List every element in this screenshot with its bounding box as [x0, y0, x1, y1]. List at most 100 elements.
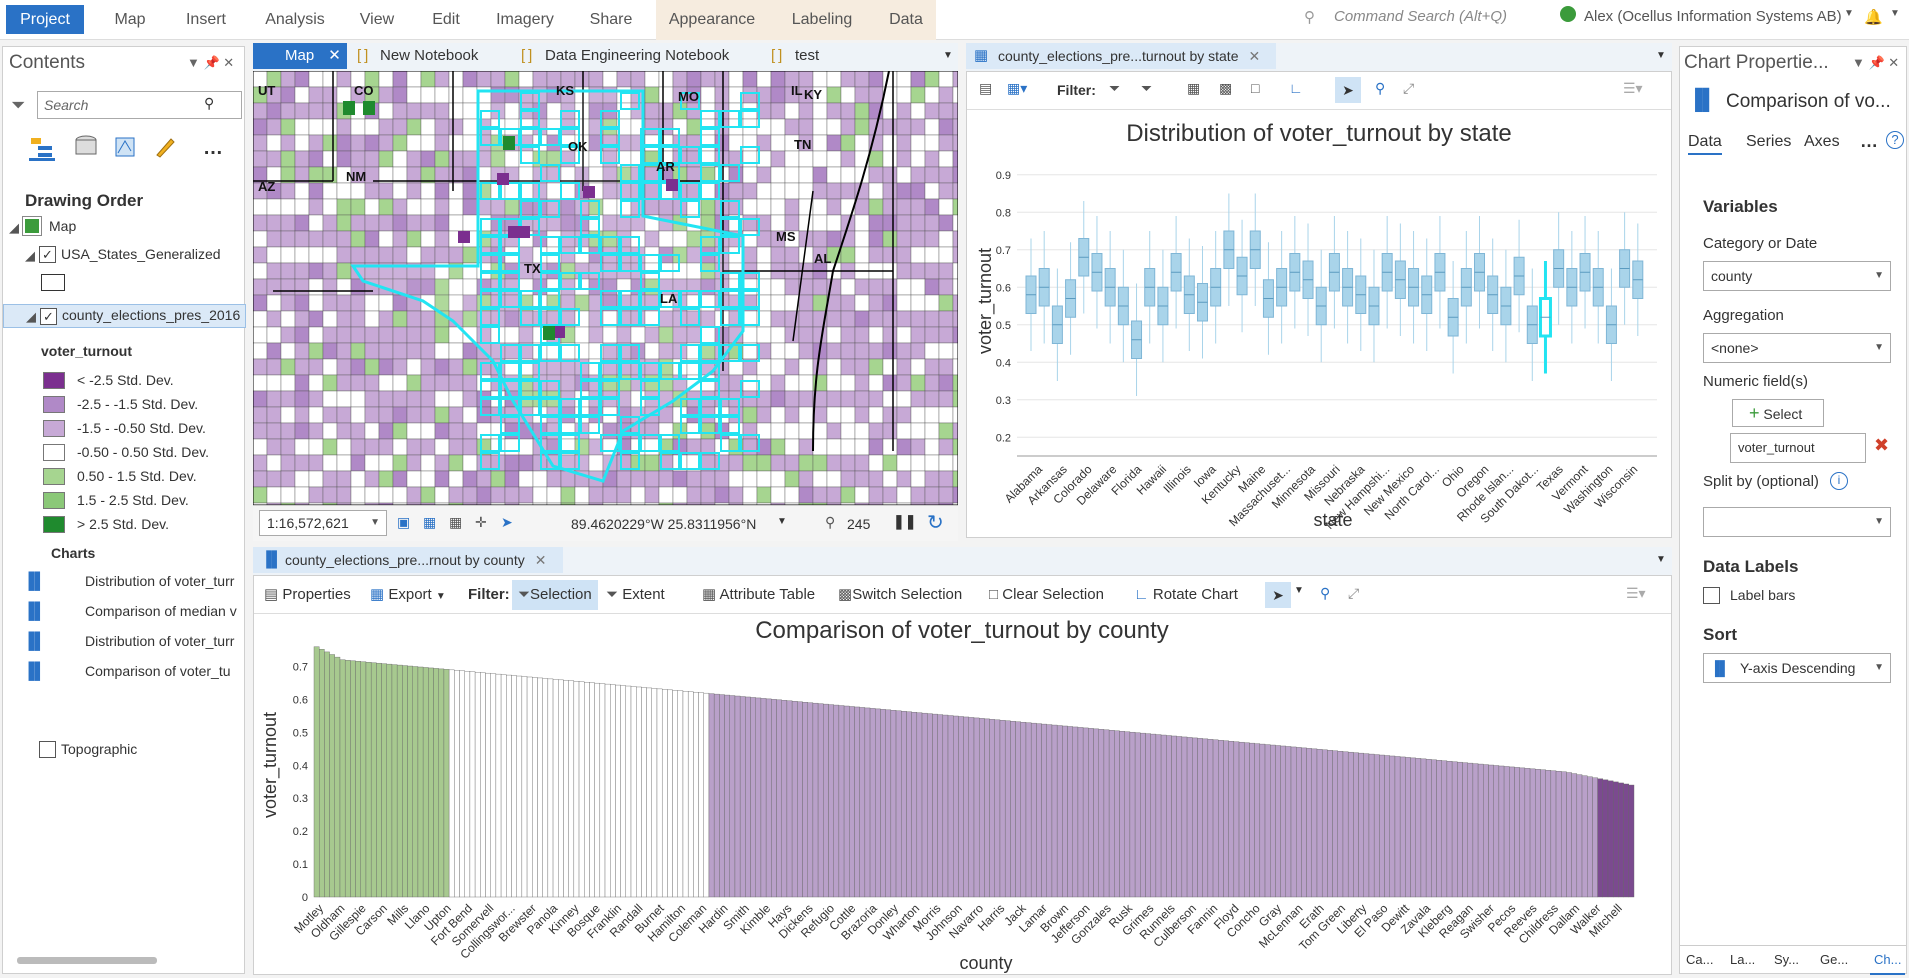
map-canvas[interactable]: UT CO KS MO IL KY AZ NM OK AR TN TX MS AL LA [253, 71, 958, 505]
chevron-down-icon[interactable]: ▼ [943, 43, 953, 69]
tab-appearance[interactable]: Appearance [656, 0, 768, 40]
bottom-tab-active[interactable]: Ch... [1870, 946, 1906, 975]
filter-icon[interactable]: ⏷ [11, 95, 25, 116]
layer-county-elections-row[interactable]: ◢ ✓ county_elections_pres_2016 [3, 304, 246, 328]
chevron-down-icon[interactable]: ▼ [1294, 585, 1304, 596]
label-bars-checkbox[interactable] [1703, 587, 1720, 604]
select-button[interactable]: + Select [1732, 399, 1824, 427]
chevron-down-icon[interactable]: ▼ [777, 516, 787, 527]
expand-icon[interactable]: ◢ [26, 309, 36, 325]
search-icon[interactable]: ⚲ [1304, 8, 1315, 26]
bell-icon[interactable]: 🔔 [1864, 8, 1883, 26]
export-button[interactable]: ▦ Export ▼ [370, 580, 446, 610]
expand-map-icon[interactable]: ◢ [9, 220, 19, 236]
scale-dropdown[interactable]: 1:16,572,621 ▼ [259, 510, 387, 536]
close-icon[interactable]: ✕ [328, 47, 341, 64]
switch-selection-button[interactable]: ▩Switch Selection [838, 580, 962, 610]
full-extent-icon[interactable]: ⤢ [1403, 80, 1414, 97]
search-icon[interactable]: ⚲ [204, 95, 214, 112]
pane-controls[interactable]: ▼ 📌 ✕ [1852, 55, 1899, 71]
attribute-table-button[interactable]: ▦ Attribute Table [702, 580, 815, 610]
tab-new-notebook[interactable]: New Notebook [380, 43, 478, 69]
rotate-chart-icon[interactable]: ∟ [1289, 80, 1303, 96]
tab-share[interactable]: Share [581, 0, 641, 40]
export-icon[interactable]: ▦▾ [1007, 80, 1027, 97]
more-icon[interactable]: … [203, 137, 223, 160]
tab-barchart[interactable]: county_elections_pre...rnout by county ✕ [253, 547, 563, 573]
layer-topographic[interactable]: Topographic [61, 741, 137, 757]
chart-item[interactable]: Comparison of voter_tu [85, 663, 245, 679]
layer-county-elections[interactable]: county_elections_pres_2016 [62, 307, 240, 323]
chevron-down-icon[interactable]: ▼ [1656, 547, 1666, 573]
user-name[interactable]: Alex (Ocellus Information Systems AB) [1584, 8, 1842, 25]
filter-selection-icon[interactable]: ⏷ [1109, 80, 1120, 97]
remove-icon[interactable]: ✖ [1874, 435, 1889, 456]
chart-item[interactable]: Distribution of voter_turr [85, 573, 245, 589]
layer-visibility-checkbox[interactable]: ✓ [40, 308, 57, 325]
zoom-in-icon[interactable]: ⚲ [1320, 585, 1330, 602]
tab-project[interactable]: Project [6, 5, 84, 34]
list-by-editing-icon[interactable] [153, 135, 179, 161]
table-icon[interactable]: ▦ [449, 514, 462, 531]
list-by-source-icon[interactable] [73, 135, 99, 161]
tab-data[interactable]: Data [876, 0, 936, 40]
select-tool-icon[interactable]: ➤ [1335, 77, 1361, 103]
tab-boxchart[interactable]: county_elections_pre...turnout by state ✕ [966, 43, 1276, 69]
tab-map-view[interactable]: Map ✕ [253, 43, 347, 69]
clear-selection-icon[interactable]: □ [1251, 80, 1259, 96]
chevron-down-icon[interactable]: ▼ [1890, 8, 1900, 19]
layer-usa-states[interactable]: USA_States_Generalized [61, 246, 221, 262]
switch-selection-icon[interactable]: ▩ [1219, 80, 1232, 97]
legend-toggle-icon[interactable]: ☰▾ [1626, 585, 1646, 602]
attribute-table-icon[interactable]: ▦ [1187, 80, 1200, 97]
help-icon[interactable]: ? [1886, 131, 1904, 149]
select-tool-icon[interactable]: ➤ [1265, 582, 1291, 608]
refresh-icon[interactable]: ↻ [927, 510, 944, 535]
horizontal-scrollbar[interactable] [7, 953, 242, 965]
filter-selection-button[interactable]: ⏷Selection [512, 580, 598, 610]
tab-data-props[interactable]: Data [1688, 133, 1722, 155]
bottom-tab[interactable]: Sy... [1774, 952, 1799, 967]
map-node[interactable]: Map [49, 218, 76, 234]
rotate-chart-button[interactable]: ∟ Rotate Chart [1134, 580, 1238, 610]
properties-button[interactable]: ▤ Properties [264, 580, 351, 610]
clear-selection-button[interactable]: □ Clear Selection [989, 580, 1104, 610]
tab-analysis[interactable]: Analysis [255, 0, 335, 40]
close-icon[interactable]: ✕ [1248, 48, 1260, 64]
tab-series[interactable]: Series [1746, 133, 1791, 151]
list-by-selection-icon[interactable] [113, 135, 139, 161]
info-icon[interactable]: i [1830, 472, 1848, 490]
grid-icon[interactable]: ▦ [423, 514, 436, 531]
chart-item[interactable]: Comparison of median v [85, 603, 245, 619]
tab-data-engineering[interactable]: Data Engineering Notebook [545, 43, 729, 69]
legend-toggle-icon[interactable]: ☰▾ [1623, 80, 1643, 97]
properties-icon[interactable]: ▤ [979, 80, 992, 97]
close-icon[interactable]: ✕ [535, 552, 547, 568]
aggregation-dropdown[interactable]: <none> ▼ [1703, 333, 1891, 363]
expand-icon[interactable]: ◢ [25, 248, 35, 264]
list-by-drawing-order-icon[interactable] [29, 135, 55, 161]
topographic-checkbox[interactable] [39, 741, 56, 758]
tab-view[interactable]: View [352, 0, 402, 40]
boxchart[interactable]: Distribution of voter_turnout by state s… [967, 111, 1671, 537]
numeric-field-input[interactable]: voter_turnout [1730, 433, 1866, 463]
layer-visibility-checkbox[interactable]: ✓ [39, 246, 56, 263]
tab-map[interactable]: Map [100, 0, 160, 40]
split-dropdown[interactable]: ▼ [1703, 507, 1891, 537]
tab-insert[interactable]: Insert [176, 0, 236, 40]
command-search[interactable]: Command Search (Alt+Q) [1334, 8, 1507, 25]
chart-item[interactable]: Distribution of voter_turr [85, 633, 245, 649]
tab-labeling[interactable]: Labeling [768, 0, 876, 40]
extent-icon[interactable]: ▣ [397, 514, 410, 531]
snapping-icon[interactable]: ✛ [475, 514, 487, 531]
bottom-tab[interactable]: La... [1730, 952, 1755, 967]
zoom-in-icon[interactable]: ⚲ [1375, 80, 1385, 97]
tab-edit[interactable]: Edit [421, 0, 471, 40]
filter-extent-icon[interactable]: ⏷ [1141, 80, 1152, 97]
bottom-tab[interactable]: Ca... [1686, 952, 1713, 967]
search-input[interactable]: Search ⚲ [37, 91, 242, 119]
barchart[interactable]: Comparison of voter_turnout by county co… [254, 615, 1671, 974]
pane-controls[interactable]: ▼ 📌 ✕ [187, 55, 234, 71]
chevron-down-icon[interactable]: ▼ [1656, 43, 1666, 69]
tab-test[interactable]: test [795, 43, 819, 69]
